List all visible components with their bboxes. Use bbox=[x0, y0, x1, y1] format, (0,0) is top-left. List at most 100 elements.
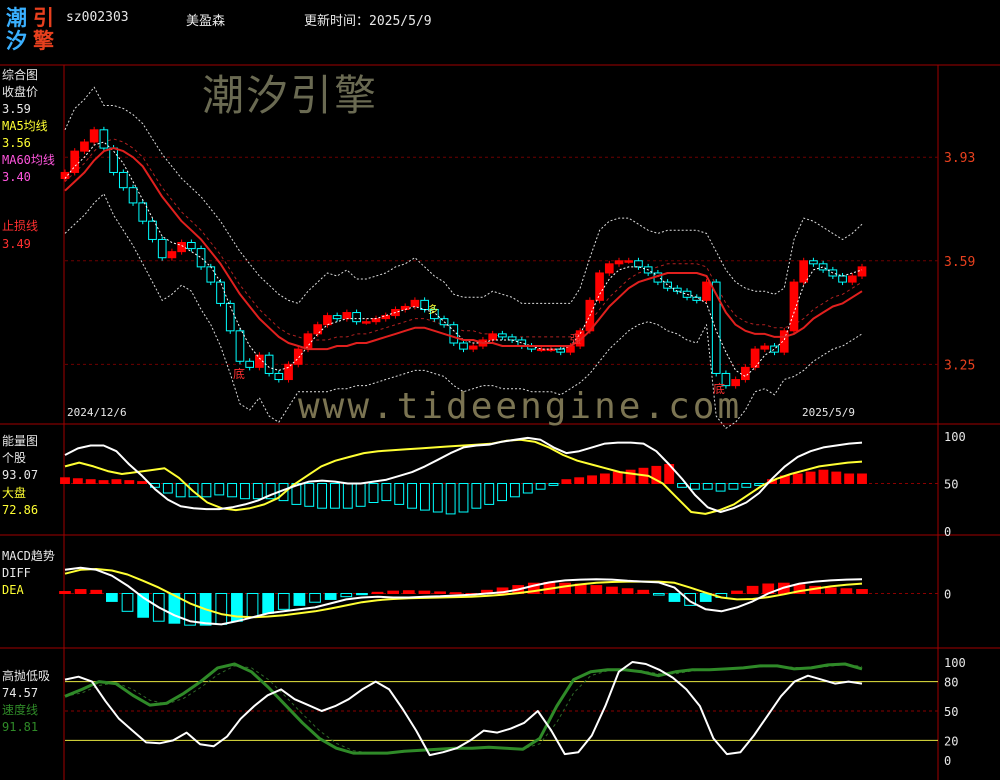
candle-body bbox=[614, 260, 624, 265]
main-axis-tick: 3.59 bbox=[944, 255, 975, 270]
energy-bar bbox=[548, 483, 559, 486]
ma60-label: MA60均线 bbox=[2, 153, 55, 167]
energy-bar bbox=[561, 479, 572, 485]
macd-bar bbox=[277, 593, 290, 610]
macd-bar bbox=[106, 593, 118, 602]
energy-bar bbox=[599, 473, 610, 484]
macd-bar bbox=[668, 593, 681, 602]
energy-bar bbox=[509, 483, 520, 498]
energy-bar bbox=[574, 477, 585, 484]
candle-body bbox=[284, 363, 293, 381]
macd-bar bbox=[215, 593, 228, 625]
candle-body bbox=[313, 324, 323, 335]
candle-body bbox=[128, 187, 138, 204]
energy-panel-layer: 100 50 0 bbox=[60, 430, 966, 539]
ma5-label: MA5均线 bbox=[2, 119, 48, 133]
energy-bar bbox=[458, 483, 469, 513]
dup-mark: 多 bbox=[428, 303, 438, 316]
candle-body bbox=[293, 348, 303, 365]
energy-bar bbox=[445, 483, 456, 515]
energy-bar bbox=[432, 483, 443, 513]
speed-value: 91.81 bbox=[2, 720, 39, 734]
candle-body bbox=[70, 150, 80, 173]
candle-body bbox=[235, 330, 245, 362]
macd-bar bbox=[356, 593, 368, 596]
energy-bar bbox=[844, 473, 855, 484]
candle-body bbox=[342, 312, 352, 320]
energy-bar bbox=[214, 483, 225, 496]
candle-body bbox=[361, 321, 371, 324]
energy-title: 能量图 bbox=[2, 434, 39, 448]
candle-body bbox=[89, 129, 99, 143]
candle-body bbox=[789, 281, 799, 332]
candle-body bbox=[857, 266, 867, 277]
energy-bar bbox=[175, 483, 186, 498]
mid-band bbox=[64, 138, 863, 341]
candle-body bbox=[741, 366, 750, 381]
energy-bar bbox=[715, 483, 726, 492]
candle-body bbox=[468, 345, 478, 350]
macd-panel-layer: 0 bbox=[59, 566, 951, 626]
speed-label: 速度线 bbox=[2, 703, 39, 717]
energy-stock-line bbox=[64, 436, 863, 513]
candle-body bbox=[595, 272, 604, 301]
energy-bar bbox=[831, 471, 842, 485]
energy-axis-tick: 0 bbox=[944, 525, 951, 539]
macd-bar bbox=[840, 588, 853, 594]
energy-bar bbox=[522, 483, 533, 494]
candle-body bbox=[206, 266, 216, 283]
stop-label: 止损线 bbox=[2, 219, 39, 233]
macd-bar bbox=[309, 593, 321, 603]
energy-bar bbox=[484, 483, 495, 505]
energy-bar bbox=[587, 475, 597, 484]
candle-body bbox=[838, 275, 847, 283]
candle-body bbox=[410, 299, 420, 307]
candle-body bbox=[332, 315, 342, 320]
date-end: 2025/5/9 bbox=[802, 406, 855, 419]
close-label: 收盘价 bbox=[2, 85, 39, 99]
energy-market-line bbox=[64, 438, 863, 515]
watermark-url: www.tideengine.com bbox=[298, 386, 743, 427]
candle-body bbox=[682, 290, 692, 298]
main-panel-layer: 3.933.593.25底底强多2024/12/6 2025/5/9 bbox=[60, 86, 975, 429]
candle-body bbox=[507, 336, 517, 341]
energy-bar bbox=[407, 483, 418, 509]
absorb-axis-tick: 80 bbox=[944, 676, 958, 690]
candle-body bbox=[177, 242, 186, 253]
absorb-panel-layer: 100 80 50 20 0 bbox=[64, 656, 966, 768]
energy-bar bbox=[689, 483, 700, 490]
energy-market-label: 大盘 bbox=[2, 486, 27, 500]
candle-body bbox=[118, 171, 128, 189]
macd-bar bbox=[90, 589, 103, 594]
macd-bar bbox=[74, 589, 87, 595]
energy-bar bbox=[535, 483, 546, 490]
energy-bar bbox=[381, 483, 392, 502]
bottom-mark-1: 底 bbox=[233, 366, 245, 381]
energy-bar bbox=[72, 478, 83, 484]
energy-bar bbox=[420, 483, 430, 511]
absorb-axis-tick: 0 bbox=[944, 754, 951, 768]
energy-stock-label: 个股 bbox=[2, 451, 27, 465]
candle-body bbox=[488, 333, 497, 341]
candle-body bbox=[274, 372, 284, 381]
energy-bar bbox=[702, 483, 713, 490]
macd-bar bbox=[293, 593, 306, 606]
macd-diff-label: DIFF bbox=[2, 566, 31, 580]
macd-bar bbox=[652, 593, 665, 596]
absorb-value: 74.57 bbox=[2, 686, 39, 700]
macd-axis-tick: 0 bbox=[944, 588, 951, 602]
absorb-value-line bbox=[64, 661, 863, 757]
energy-bar bbox=[304, 483, 315, 507]
energy-bar bbox=[355, 483, 366, 507]
macd-bar bbox=[621, 588, 634, 594]
energy-bar bbox=[342, 483, 353, 509]
macd-bar bbox=[606, 586, 618, 595]
macd-bar bbox=[746, 585, 759, 594]
candle-body bbox=[167, 251, 177, 259]
main-axis-tick: 3.25 bbox=[944, 358, 975, 373]
macd-bar bbox=[590, 585, 603, 594]
macd-bar bbox=[434, 591, 446, 595]
ma5-value: 3.56 bbox=[2, 136, 31, 150]
candle-body bbox=[196, 248, 206, 268]
candle-body bbox=[187, 242, 196, 250]
